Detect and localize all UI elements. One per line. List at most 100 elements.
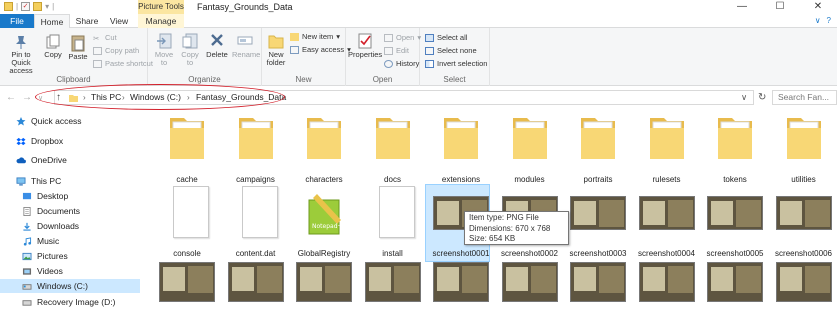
copy-path-icon bbox=[93, 46, 102, 55]
select-all-button[interactable]: Select all bbox=[425, 33, 467, 42]
nav-item-downloads[interactable]: Downloads bbox=[0, 219, 140, 233]
new-folder-quick-icon[interactable] bbox=[33, 2, 43, 11]
help-icon[interactable]: ? bbox=[827, 16, 831, 25]
folder-item[interactable]: characters bbox=[290, 112, 358, 192]
cut-button[interactable]: ✂ Cut bbox=[93, 33, 117, 43]
nav-item-music[interactable]: Music bbox=[0, 234, 140, 248]
new-folder-button[interactable]: New folder bbox=[264, 32, 288, 67]
item-label: characters bbox=[305, 175, 343, 184]
address-dropdown-icon[interactable]: ∨ bbox=[741, 91, 747, 104]
image-thumbnail bbox=[638, 196, 695, 230]
customize-toolbar-icon[interactable]: ▾ bbox=[45, 2, 49, 11]
folder-item[interactable]: tokens bbox=[701, 112, 769, 192]
folder-item[interactable]: docs bbox=[359, 112, 427, 192]
search-input[interactable]: Search Fan... bbox=[772, 90, 837, 105]
folder-item[interactable]: utilities bbox=[770, 112, 837, 192]
file-item[interactable]: install bbox=[359, 186, 427, 266]
image-thumbnail bbox=[775, 196, 832, 230]
close-button[interactable]: ✕ bbox=[799, 0, 837, 14]
folder-item[interactable]: modules bbox=[496, 112, 564, 192]
image-thumbnail[interactable] bbox=[364, 262, 421, 302]
nav-item-onedrive[interactable]: OneDrive bbox=[0, 153, 140, 167]
nav-item-dropbox[interactable]: Dropbox bbox=[0, 134, 140, 148]
pictures-folder-icon bbox=[22, 252, 32, 260]
toolbar-separator: | bbox=[52, 2, 55, 11]
image-thumbnail[interactable] bbox=[296, 262, 352, 302]
select-none-icon bbox=[425, 46, 434, 55]
navigation-pane: Quick access Dropbox OneDrive This PC De… bbox=[0, 110, 140, 309]
file-list: cache campaigns characters docs extensions mo… bbox=[140, 110, 837, 309]
properties-button[interactable]: Properties bbox=[348, 32, 382, 59]
file-item[interactable]: content.dat bbox=[222, 186, 290, 266]
rename-button[interactable]: Rename bbox=[232, 32, 260, 59]
file-item[interactable]: screenshot0006 bbox=[770, 186, 837, 266]
image-thumbnail[interactable] bbox=[501, 262, 558, 302]
nav-item-documents[interactable]: Documents bbox=[0, 204, 140, 218]
nav-item-quick-access[interactable]: Quick access bbox=[0, 114, 140, 128]
open-group-label: Open bbox=[372, 75, 393, 84]
item-label: screenshot0004 bbox=[638, 249, 695, 258]
nav-item-pictures[interactable]: Pictures bbox=[0, 249, 140, 263]
folder-icon bbox=[510, 114, 550, 160]
file-item[interactable]: screenshot0003 bbox=[564, 186, 632, 266]
cut-label: Cut bbox=[105, 33, 117, 42]
pin-quick-access-button[interactable]: Pin to Quick access bbox=[2, 34, 40, 75]
nav-item-desktop[interactable]: Desktop bbox=[0, 189, 140, 203]
move-to-button[interactable]: Move to bbox=[152, 32, 176, 67]
properties-icon bbox=[358, 33, 372, 49]
folder-app-icon[interactable] bbox=[4, 2, 13, 11]
folder-item[interactable]: campaigns bbox=[222, 112, 290, 192]
clipboard-group-label: Clipboard bbox=[56, 75, 91, 84]
paste-button[interactable]: Paste bbox=[66, 34, 90, 61]
invert-selection-button[interactable]: Invert selection bbox=[425, 59, 487, 68]
file-item[interactable]: Notepad++ GlobalRegistry bbox=[290, 186, 358, 266]
window-title: Fantasy_Grounds_Data bbox=[197, 2, 293, 12]
folder-item[interactable]: extensions bbox=[427, 112, 495, 192]
item-label: install bbox=[382, 249, 403, 258]
paste-shortcut-button[interactable]: Paste shortcut bbox=[93, 59, 153, 68]
collapse-ribbon-icon[interactable]: ∨ bbox=[815, 16, 821, 25]
new-item-button[interactable]: New item ▾ bbox=[290, 32, 340, 41]
folder-item[interactable]: portraits bbox=[564, 112, 632, 192]
image-thumbnail[interactable] bbox=[638, 262, 695, 302]
minimize-button[interactable]: — bbox=[723, 0, 761, 14]
edit-button[interactable]: Edit bbox=[384, 46, 409, 55]
file-item[interactable]: console bbox=[153, 186, 221, 266]
tab-view[interactable]: View bbox=[106, 14, 132, 28]
image-thumbnail[interactable] bbox=[159, 262, 215, 302]
maximize-button[interactable]: ☐ bbox=[761, 0, 799, 14]
open-button[interactable]: Open ▾ bbox=[384, 33, 421, 42]
copy-to-button[interactable]: Copy to bbox=[178, 32, 202, 67]
file-item[interactable]: screenshot0004 bbox=[633, 186, 701, 266]
folder-item[interactable]: cache bbox=[153, 112, 221, 192]
file-item[interactable]: screenshot0005 bbox=[701, 186, 769, 266]
nav-item-recovery-d[interactable]: Recovery Image (D:) bbox=[0, 295, 140, 309]
image-thumbnail[interactable] bbox=[227, 262, 284, 302]
select-none-button[interactable]: Select none bbox=[425, 46, 477, 55]
easy-access-button[interactable]: Easy access ▾ bbox=[290, 45, 351, 54]
nav-item-this-pc[interactable]: This PC bbox=[0, 174, 140, 188]
nav-item-windows-c[interactable]: Windows (C:) bbox=[0, 279, 140, 293]
tab-home[interactable]: Home bbox=[34, 14, 70, 29]
image-thumbnail[interactable] bbox=[570, 262, 626, 302]
copy-to-icon bbox=[182, 33, 198, 49]
tab-manage[interactable]: Manage bbox=[138, 14, 184, 28]
image-thumbnail[interactable] bbox=[775, 262, 832, 302]
nav-item-videos[interactable]: Videos bbox=[0, 264, 140, 278]
history-button[interactable]: History bbox=[384, 59, 419, 68]
image-thumbnail[interactable] bbox=[433, 262, 489, 302]
item-label: rulesets bbox=[652, 175, 681, 184]
back-arrow-icon[interactable]: ← bbox=[6, 92, 16, 103]
copy-path-button[interactable]: Copy path bbox=[93, 46, 139, 55]
nav-label: OneDrive bbox=[31, 155, 67, 165]
image-thumbnail[interactable] bbox=[707, 262, 763, 302]
refresh-icon[interactable]: ↻ bbox=[758, 92, 766, 103]
tab-share[interactable]: Share bbox=[72, 14, 102, 28]
forward-arrow-icon[interactable]: → bbox=[22, 92, 32, 103]
tooltip-dimensions: Dimensions: 670 x 768 bbox=[469, 223, 551, 233]
copy-button[interactable]: Copy bbox=[42, 34, 64, 59]
properties-check-icon[interactable]: ✓ bbox=[21, 2, 31, 11]
tab-file[interactable]: File bbox=[0, 14, 34, 28]
folder-item[interactable]: rulesets bbox=[633, 112, 701, 192]
delete-button[interactable]: Delete bbox=[205, 32, 229, 59]
